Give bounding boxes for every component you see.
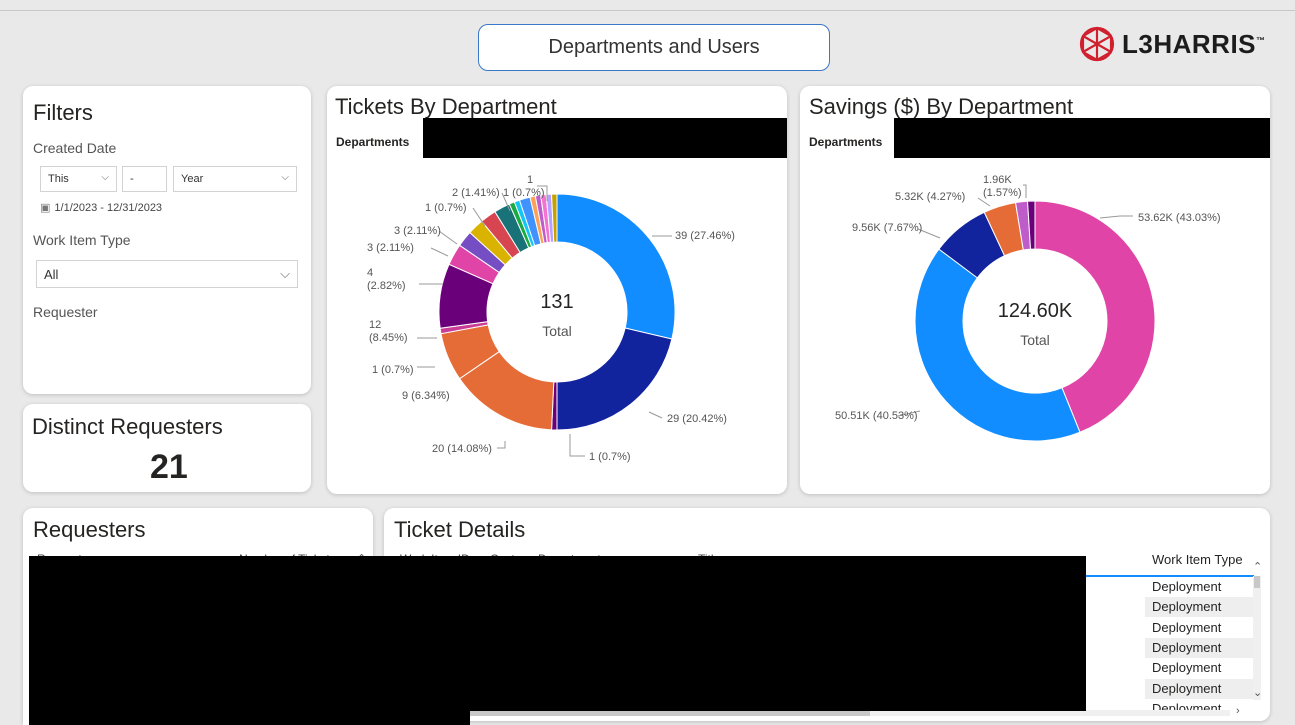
redacted-requesters-data — [29, 556, 470, 725]
data-label: (1.57%) — [983, 187, 1022, 199]
date-range: ▣ 1/1/2023 - 12/31/2023 — [40, 201, 163, 215]
data-label: 1 (0.7%) — [503, 187, 545, 199]
donut-center-label: Total — [1020, 332, 1050, 348]
tickets-donut-chart: 131 Total 39 (27.46%) 29 (20.42%) 1 (0.7%) 20… — [367, 174, 735, 463]
data-label: 20 (14.08%) — [432, 443, 492, 455]
data-label: 4 — [367, 267, 373, 279]
data-label: 3 (2.11%) — [394, 225, 441, 237]
work-item-type-dropdown[interactable]: All ⌵ — [36, 260, 298, 288]
data-label: 3 (2.11%) — [367, 242, 414, 254]
work-item-type-cell[interactable]: Deployment — [1145, 597, 1255, 618]
data-label: (2.82%) — [367, 280, 406, 292]
globe-icon — [1079, 26, 1115, 62]
filters-card: Filters Created Date This ⌵ - Year ⌵ ▣ 1… — [23, 86, 311, 394]
requesters-title: Requesters — [33, 517, 146, 542]
data-label: 5.32K (4.27%) — [895, 191, 965, 203]
donut-slice[interactable] — [914, 248, 1081, 442]
donut-center-value: 124.60K — [998, 300, 1073, 322]
data-label: 29 (20.42%) — [667, 413, 727, 425]
relative-unit-dropdown[interactable]: Year ⌵ — [173, 166, 297, 192]
ticket-details-title: Ticket Details — [394, 517, 526, 542]
filters-title: Filters — [33, 100, 93, 125]
chevron-down-icon: ⌵ — [281, 172, 289, 183]
data-label-leader — [977, 197, 991, 207]
data-label-leader — [648, 411, 663, 419]
donut-slice[interactable] — [556, 193, 676, 340]
work-item-type-cell[interactable]: Deployment — [1145, 678, 1255, 699]
data-label: 1 (0.7%) — [372, 364, 414, 376]
l3harris-logo: L3HARRIS™ — [1078, 24, 1266, 64]
scroll-right-icon[interactable]: › — [1236, 705, 1240, 717]
distinct-requesters-value: 21 — [150, 448, 188, 486]
data-label-leader — [1099, 215, 1133, 219]
calendar-icon: ▣ — [40, 202, 51, 214]
data-label: (8.45%) — [369, 332, 408, 344]
data-label: 1 (0.7%) — [589, 451, 631, 463]
work-item-type-cell[interactable]: Deployment — [1145, 658, 1255, 679]
data-label: 39 (27.46%) — [675, 230, 735, 242]
relative-mode-value: This — [48, 173, 69, 185]
created-date-label: Created Date — [33, 140, 117, 156]
data-label: 1 (0.7%) — [425, 202, 467, 214]
logo-wordmark: L3HARRIS™ — [1122, 28, 1266, 59]
donut-center-label: Total — [542, 323, 572, 339]
top-divider — [0, 10, 1295, 11]
chevron-down-icon: ⌵ — [280, 266, 290, 281]
scroll-up-icon[interactable]: ⌃ — [1253, 560, 1262, 573]
date-range-text: 1/1/2023 - 12/31/2023 — [54, 201, 163, 214]
relative-count-input[interactable]: - — [122, 166, 167, 192]
work-item-type-cell[interactable]: Deployment — [1145, 577, 1255, 597]
data-label: 50.51K (40.53%) — [835, 410, 918, 422]
work-item-type-cell[interactable]: Deployment — [1145, 617, 1255, 638]
vertical-scrollbar[interactable] — [1253, 576, 1261, 700]
data-label: 9.56K (7.67%) — [852, 222, 922, 234]
page-title-button[interactable]: Departments and Users — [478, 24, 830, 71]
relative-unit-value: Year — [181, 173, 204, 185]
data-label: 12 — [369, 319, 381, 331]
distinct-requesters-title: Distinct Requesters — [32, 414, 223, 439]
relative-mode-dropdown[interactable]: This ⌵ — [40, 166, 117, 192]
data-label: 2 (1.41%) — [452, 187, 500, 199]
data-label: 1 — [527, 174, 533, 186]
chevron-down-icon: ⌵ — [101, 172, 109, 183]
redacted-ticket-data — [470, 556, 1086, 711]
data-label-leader — [430, 247, 449, 257]
relative-count-value: - — [130, 173, 134, 185]
data-label-leader — [569, 434, 585, 457]
data-label-leader — [1023, 184, 1027, 198]
donut-center-value: 131 — [540, 291, 573, 313]
distinct-requesters-card: Distinct Requesters 21 — [23, 404, 311, 492]
requester-filter-label: Requester — [33, 304, 98, 320]
work-item-type-cell[interactable]: Deployment — [1145, 637, 1255, 658]
scroll-thumb[interactable] — [1254, 576, 1260, 588]
data-label: 53.62K (43.03%) — [1138, 212, 1221, 224]
scroll-down-icon[interactable]: ⌄ — [1253, 686, 1262, 699]
data-label: 9 (6.34%) — [402, 390, 450, 402]
page-title-label: Departments and Users — [548, 36, 760, 58]
savings-donut-chart: 124.60K Total 53.62K (43.03%) 50.51K (40.53… — [835, 174, 1221, 442]
col-header-work-item-type[interactable]: Work Item Type — [1152, 552, 1243, 567]
data-label-leader — [438, 230, 458, 245]
data-label-leader — [497, 441, 506, 449]
work-item-type-value: All — [44, 266, 59, 282]
work-item-type-label: Work Item Type — [33, 232, 131, 248]
data-label: 1.96K — [983, 174, 1012, 186]
